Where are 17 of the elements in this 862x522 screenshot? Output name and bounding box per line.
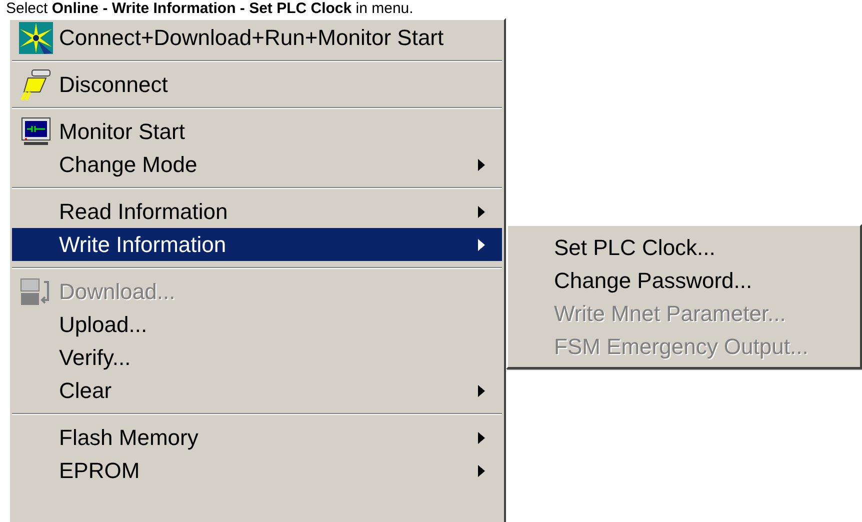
menu-item[interactable]: Flash Memory	[12, 421, 502, 454]
menu-item[interactable]: Disconnect	[12, 68, 502, 101]
menu-item[interactable]: Connect+Download+Run+Monitor Start	[12, 21, 502, 54]
menu-item[interactable]: Change Mode	[12, 148, 502, 181]
starburst-icon	[18, 20, 54, 54]
menu-item[interactable]: Upload...	[12, 308, 502, 341]
monitor-icon	[20, 116, 52, 148]
menu-item[interactable]: Set PLC Clock...	[508, 231, 860, 264]
menu-item[interactable]: Monitor Start	[12, 115, 502, 148]
plug-icon	[18, 68, 54, 102]
menu-item[interactable]: Verify...	[12, 341, 502, 374]
menu-item[interactable]: Write Information	[12, 228, 502, 261]
menu-item[interactable]: Clear	[12, 374, 502, 407]
menu-item[interactable]: Read Information	[12, 195, 502, 228]
menu-item[interactable]: EPROM	[12, 454, 502, 487]
instruction-text: Select Online - Write Information - Set PLC Clock in menu.	[6, 0, 414, 17]
menu-item[interactable]: Change Password...	[508, 264, 860, 297]
